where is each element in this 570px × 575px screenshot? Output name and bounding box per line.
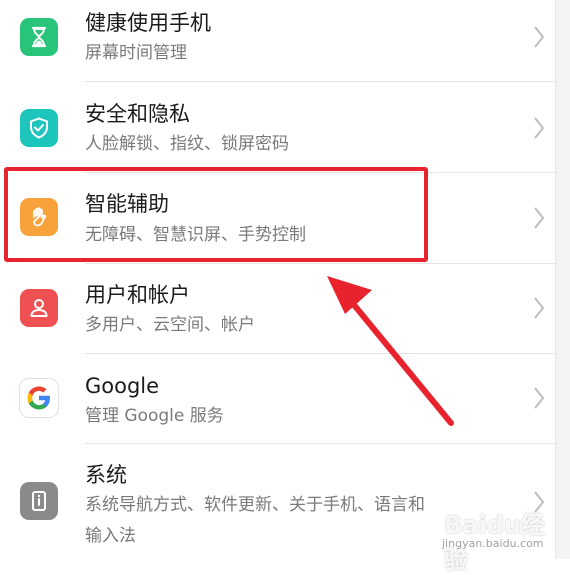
settings-item-digital-balance[interactable]: 健康使用手机 屏幕时间管理 — [0, 0, 555, 80]
scroll-edge — [555, 0, 570, 559]
settings-item-title: 系统 — [85, 463, 127, 487]
hourglass-icon — [20, 18, 58, 56]
settings-item-title: Google — [85, 374, 160, 398]
settings-item-title: 安全和隐私 — [85, 102, 190, 126]
settings-item-google[interactable]: Google 管理 Google 服务 — [0, 354, 555, 443]
settings-item-subtitle: 系统导航方式、软件更新、关于手机、语言和 — [85, 495, 425, 515]
settings-item-subtitle: 管理 Google 服务 — [85, 406, 224, 426]
chevron-right-icon — [534, 26, 545, 48]
watermark: Baidu经验 jingyan.baidu.com — [436, 503, 566, 574]
chevron-right-icon — [534, 297, 545, 319]
settings-item-subtitle-line2: 输入法 — [85, 526, 136, 546]
settings-item-subtitle: 屏幕时间管理 — [85, 43, 187, 63]
watermark-url: jingyan.baidu.com — [442, 537, 544, 550]
settings-item-subtitle: 人脸解锁、指纹、锁屏密码 — [85, 134, 289, 154]
settings-item-subtitle: 多用户、云空间、帐户 — [85, 315, 255, 335]
chevron-right-icon — [534, 207, 545, 229]
chevron-right-icon — [534, 117, 545, 139]
chevron-right-icon — [534, 387, 545, 409]
user-icon — [20, 289, 58, 327]
annotation-highlight-box — [4, 167, 428, 262]
phone-info-icon — [20, 482, 58, 520]
settings-item-title: 健康使用手机 — [85, 11, 211, 35]
settings-item-users-accounts[interactable]: 用户和帐户 多用户、云空间、帐户 — [0, 264, 555, 353]
shield-check-icon — [20, 109, 58, 147]
settings-item-title: 用户和帐户 — [85, 283, 190, 307]
settings-list: 健康使用手机 屏幕时间管理 安全和隐私 人脸解锁、指纹、锁屏密码 智能辅助 无障… — [0, 0, 555, 559]
settings-item-security-privacy[interactable]: 安全和隐私 人脸解锁、指纹、锁屏密码 — [0, 82, 555, 172]
google-icon — [20, 379, 58, 417]
